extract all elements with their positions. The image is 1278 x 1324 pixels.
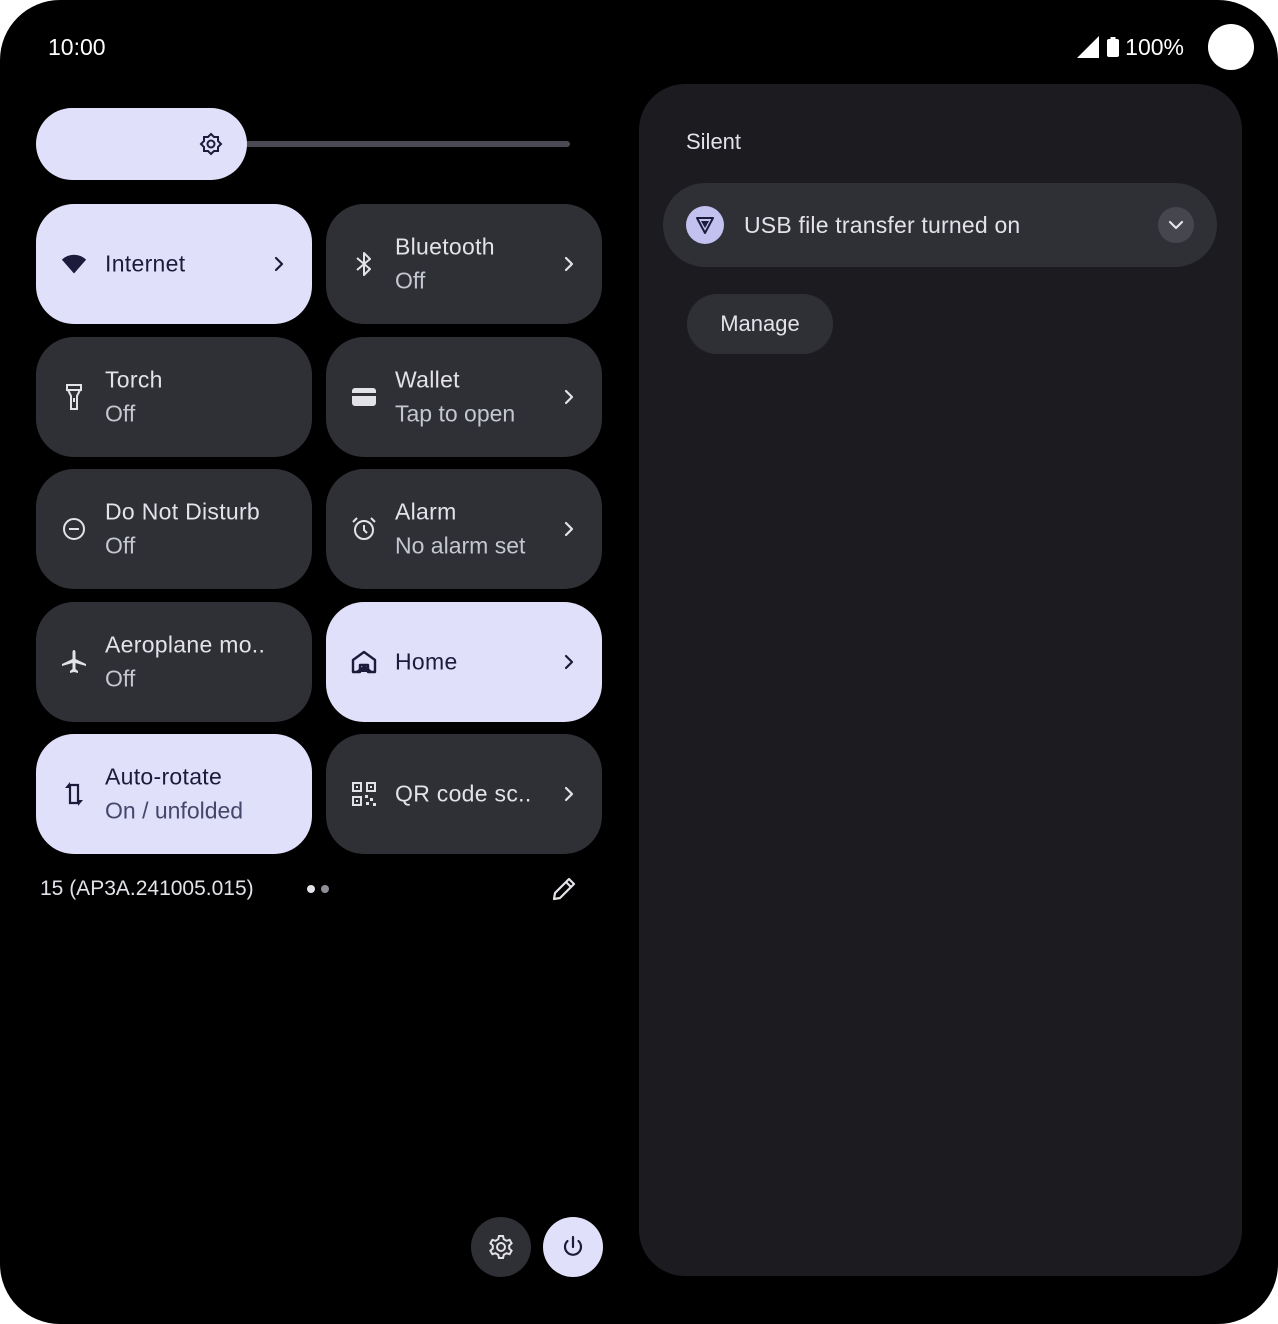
tile-text: Do Not Disturb Off	[105, 499, 272, 560]
tile-text: Torch Off	[105, 367, 272, 428]
tile-text: Bluetooth Off	[395, 234, 562, 295]
tile-text: Home	[395, 649, 562, 676]
battery-icon	[1107, 37, 1120, 57]
gear-icon	[489, 1235, 513, 1259]
tile-torch[interactable]: Torch Off	[36, 337, 312, 457]
torch-icon	[61, 384, 87, 410]
page-dot-2	[321, 885, 329, 893]
tile-aeroplane-mo[interactable]: Aeroplane mo.. Off	[36, 602, 312, 722]
brightness-slider-handle[interactable]	[36, 108, 247, 180]
wifi-icon	[61, 251, 87, 277]
tile-do-not-disturb[interactable]: Do Not Disturb Off	[36, 469, 312, 589]
tile-text: Wallet Tap to open	[395, 367, 562, 428]
tile-title: Torch	[105, 366, 163, 393]
chevron-right-icon	[562, 652, 576, 672]
usb-shield-icon	[686, 206, 724, 244]
tile-alarm[interactable]: Alarm No alarm set	[326, 469, 602, 589]
tile-text: Auto-rotate On / unfolded	[105, 764, 272, 825]
tile-text: QR code sc..	[395, 781, 562, 808]
tile-title: Internet	[105, 250, 186, 277]
airplane-icon	[61, 649, 87, 675]
status-time: 10:00	[48, 34, 106, 60]
chevron-right-icon	[562, 519, 576, 539]
auto-rotate-icon	[61, 781, 87, 807]
qr-code-icon	[351, 781, 377, 807]
tile-subtitle: Off	[395, 267, 426, 294]
chevron-right-icon	[562, 387, 576, 407]
tile-auto-rotate[interactable]: Auto-rotate On / unfolded	[36, 734, 312, 854]
bluetooth-icon	[351, 251, 377, 277]
tile-text: Internet	[105, 251, 272, 278]
brightness-icon	[199, 132, 223, 156]
power-icon	[563, 1235, 583, 1256]
tile-title: Wallet	[395, 366, 460, 393]
alarm-icon	[351, 516, 377, 542]
tile-subtitle: On / unfolded	[105, 797, 244, 824]
tile-title: Do Not Disturb	[105, 498, 261, 525]
notification-panel: Silent USB file transfer turned on Manag…	[639, 84, 1242, 1276]
tile-title: Home	[395, 648, 458, 675]
tile-title: Bluetooth	[395, 233, 495, 260]
tile-text: Alarm No alarm set	[395, 499, 562, 560]
power-button[interactable]	[543, 1217, 603, 1277]
tile-title: QR code sc..	[395, 780, 532, 807]
expand-notification-button[interactable]	[1158, 207, 1194, 243]
notification-text: USB file transfer turned on	[744, 212, 1021, 238]
wallet-icon	[351, 384, 377, 410]
status-icons: 100%	[1077, 24, 1254, 70]
manage-button[interactable]: Manage	[687, 294, 833, 354]
chevron-right-icon	[272, 254, 286, 274]
tile-title: Aeroplane mo..	[105, 631, 266, 658]
tile-bluetooth[interactable]: Bluetooth Off	[326, 204, 602, 324]
tile-subtitle: Off	[105, 665, 136, 692]
home-icon	[351, 649, 377, 675]
do-not-disturb-icon	[61, 516, 87, 542]
tile-wallet[interactable]: Wallet Tap to open	[326, 337, 602, 457]
page-dot-1	[307, 885, 315, 893]
battery-percent: 100%	[1125, 33, 1184, 60]
tile-home[interactable]: Home	[326, 602, 602, 722]
chevron-right-icon	[562, 254, 576, 274]
usb-notification[interactable]: USB file transfer turned on	[663, 183, 1217, 267]
device-screen: 10:00 100% Internet Bluetooth Off Torch Off W…	[0, 0, 1278, 1324]
tile-subtitle: Off	[105, 400, 136, 427]
edit-pencil-icon[interactable]	[550, 875, 578, 903]
tile-subtitle: No alarm set	[395, 532, 526, 559]
chevron-right-icon	[562, 784, 576, 804]
silent-section-header: Silent	[686, 129, 742, 154]
tile-text: Aeroplane mo.. Off	[105, 632, 272, 693]
tile-internet[interactable]: Internet	[36, 204, 312, 324]
settings-button[interactable]	[471, 1217, 531, 1277]
tile-title: Alarm	[395, 498, 457, 525]
tile-subtitle: Tap to open	[395, 400, 516, 427]
signal-icon	[1077, 36, 1100, 58]
brightness-slider-track[interactable]	[240, 141, 570, 147]
chevron-down-icon	[1168, 220, 1184, 230]
tile-title: Auto-rotate	[105, 763, 223, 790]
tile-subtitle: Off	[105, 532, 136, 559]
tile-qr-code-sc[interactable]: QR code sc..	[326, 734, 602, 854]
camera-cutout	[1208, 24, 1254, 70]
page-indicator	[307, 885, 335, 893]
build-number[interactable]: 15 (AP3A.241005.015)	[40, 877, 254, 901]
